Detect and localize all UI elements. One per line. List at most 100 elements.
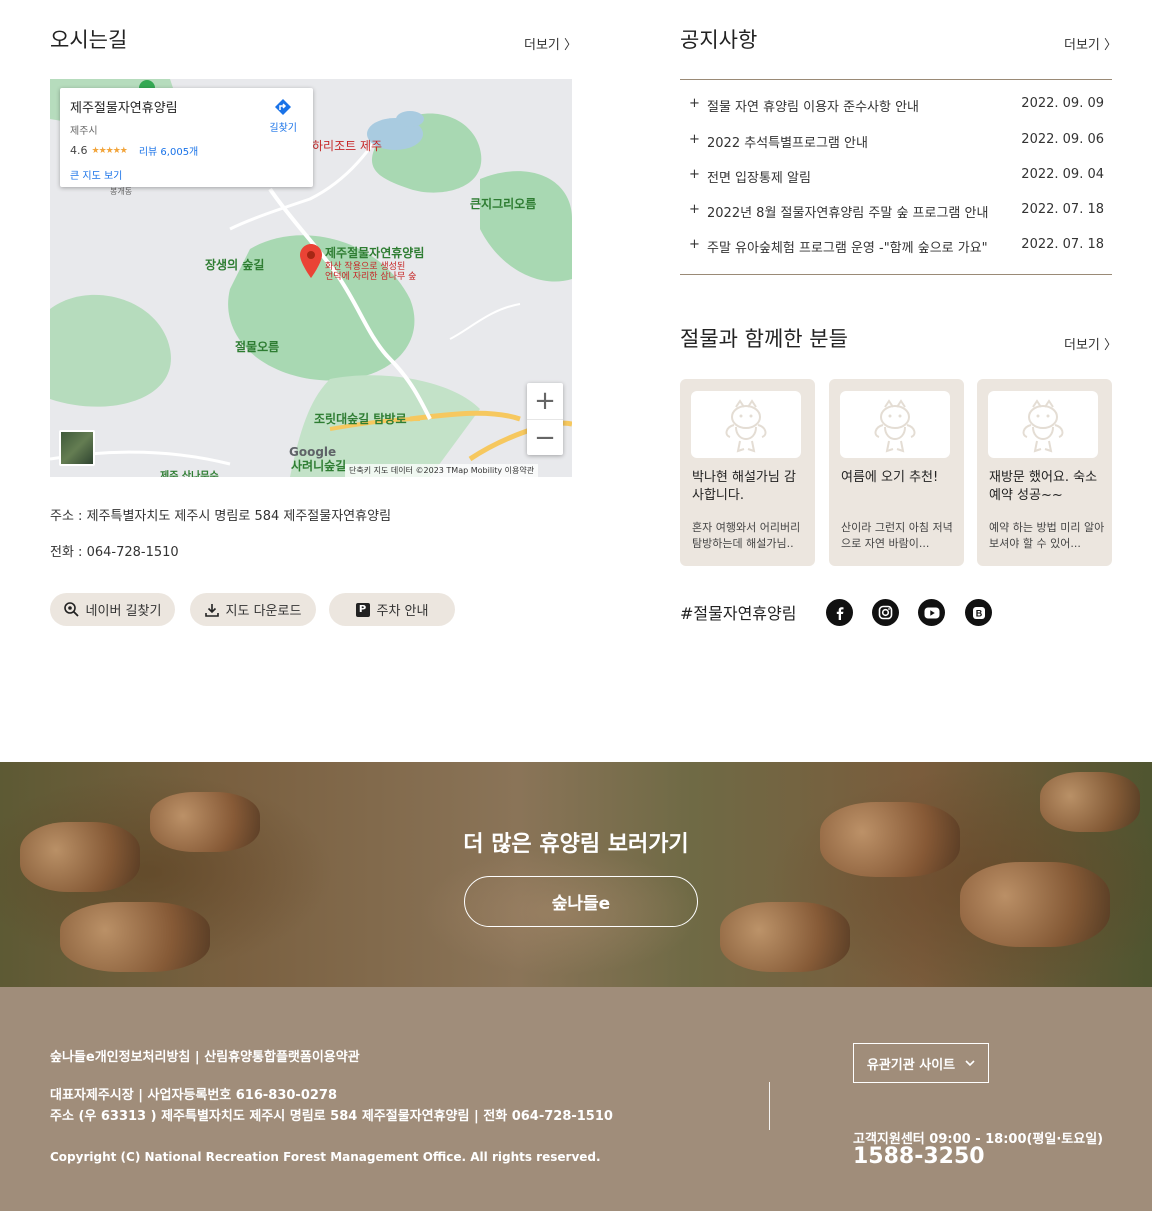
parking-info-label: 주차 안내 [376, 604, 429, 619]
banner-decoration [60, 902, 210, 972]
terms-link[interactable]: 산림휴양통합플랫폼이용약관 [204, 1050, 359, 1065]
map-attribution: 단축키 지도 데이터 ©2023 TMap Mobility 이용약관 [345, 464, 539, 477]
satellite-toggle[interactable] [59, 430, 95, 466]
review-card[interactable]: 박나현 해설가님 감사합니다. 혼자 여행와서 어리버리 탐방하는데 해설가님.… [680, 379, 815, 566]
instagram-icon[interactable] [872, 599, 899, 626]
map-directions-button[interactable]: 길찾기 [269, 98, 297, 134]
footer-address: 주소 (우 63313 ) 제주특별자치도 제주시 명림로 584 제주절물자연… [50, 1109, 613, 1124]
review-thumbnail [840, 391, 950, 458]
notice-title: 절물 자연 휴양림 이용자 준수사항 안내 [707, 100, 920, 115]
reviews-more-link[interactable]: 더보기 〉 [1064, 334, 1117, 353]
parking-info-button[interactable]: P 주차 안내 [329, 593, 455, 626]
review-title: 여름에 오기 추천! [841, 470, 939, 485]
naver-directions-label: 네이버 길찾기 [85, 604, 162, 619]
review-title: 재방문 했어요. 숙소 예약 성공~~ [989, 470, 1098, 503]
notice-date: 2022. 07. 18 [1021, 202, 1104, 217]
footer-copyright: Copyright (C) National Recreation Forest… [50, 1150, 601, 1164]
plus-icon: + [689, 237, 700, 252]
reviews-title: 절물과 함께한 분들 [680, 327, 848, 351]
notice-title: 전면 입장통제 알림 [707, 171, 811, 186]
footer-company-info: 대표자제주시장 | 사업자등록번호 616-830-0278 [50, 1088, 338, 1103]
map-label-jorit: 조릿대숲길 탐방로 [314, 412, 407, 426]
map-label-bongae: 봉개동 [110, 187, 133, 196]
notice-date: 2022. 09. 09 [1021, 96, 1104, 111]
notice-item[interactable]: + 절물 자연 휴양림 이용자 준수사항 안내 2022. 09. 09 [680, 96, 1112, 116]
review-text: 혼자 여행와서 어리버리 탐방하는데 해설가님.. [692, 521, 801, 550]
mascot-icon [1022, 398, 1064, 452]
zoom-in-button[interactable]: + [527, 383, 563, 419]
zoom-out-button[interactable]: − [527, 419, 563, 455]
customer-center-phone: 1588-3250 [853, 1144, 985, 1169]
directions-label: 길찾기 [269, 123, 297, 134]
review-thumbnail [988, 391, 1098, 458]
star-rating-icon: ★★★★★ [91, 145, 128, 156]
notice-title: 주말 유아숲체험 프로그램 운영 -"함께 숲으로 가요" [707, 241, 988, 256]
footer: 숲나들e개인정보처리방침 | 산림휴양통합플랫폼이용약관 대표자제주시장 | 사… [0, 987, 1152, 1211]
notice-title: 2022 추석특별프로그램 안내 [707, 136, 868, 151]
map-card-name: 제주절물자연휴양림 [70, 101, 178, 116]
blog-icon[interactable]: B [965, 599, 992, 626]
notice-item[interactable]: + 전면 입장통제 알림 2022. 09. 04 [680, 167, 1112, 187]
youtube-icon[interactable] [918, 599, 945, 626]
notice-item[interactable]: + 2022년 8월 절물자연휴양림 주말 숲 프로그램 안내 2022. 07… [680, 202, 1112, 222]
footer-link-separator: | [190, 1050, 205, 1065]
review-text: 예약 하는 방법 미리 알아보셔야 할 수 있어... [989, 521, 1105, 550]
plus-icon: + [689, 167, 700, 182]
directions-title: 오시는길 [50, 28, 128, 52]
footer-divider [769, 1082, 770, 1130]
map[interactable]: 제주절물자연휴양림 화산 작용으로 생성된 언덕에 자리한 삼나무 숲 하리조트… [50, 79, 572, 477]
more-forests-banner: 더 많은 휴양림 보러가기 숲나들e [0, 762, 1152, 987]
map-download-button[interactable]: 지도 다운로드 [190, 593, 316, 626]
map-place-card: 제주절물자연휴양림 제주시 4.6 ★★★★★ 리뷰 6,005개 큰 지도 보… [60, 88, 313, 187]
notice-date: 2022. 09. 06 [1021, 132, 1104, 147]
map-zoom-controls: + − [527, 383, 563, 455]
download-icon [204, 603, 219, 617]
directions-more-link[interactable]: 더보기 〉 [524, 34, 577, 53]
notice-title: 2022년 8월 절물자연휴양림 주말 숲 프로그램 안내 [707, 206, 989, 221]
notice-date: 2022. 09. 04 [1021, 167, 1104, 182]
related-sites-select[interactable]: 유관기관 사이트 [853, 1043, 989, 1083]
naver-directions-button[interactable]: 네이버 길찾기 [50, 593, 175, 626]
related-sites-label: 유관기관 사이트 [866, 1057, 956, 1073]
map-label-jangsaeng: 장생의 숲길 [205, 258, 265, 272]
map-download-label: 지도 다운로드 [225, 604, 302, 619]
review-card[interactable]: 여름에 오기 추천! 산이라 그런지 아침 저녁으로 자연 바람이... [829, 379, 964, 566]
map-label-resort: 하리조트 제주 [312, 139, 383, 153]
facebook-icon[interactable] [826, 599, 853, 626]
privacy-policy-link[interactable]: 숲나들e개인정보처리방침 [50, 1050, 190, 1065]
review-text: 산이라 그런지 아침 저녁으로 자연 바람이... [841, 521, 953, 550]
phone-text: 전화 : 064-728-1510 [50, 545, 179, 560]
chevron-down-icon [965, 1059, 975, 1066]
rating-value: 4.6 [70, 144, 88, 157]
notice-date: 2022. 07. 18 [1021, 237, 1104, 252]
review-thumbnail [691, 391, 801, 458]
map-place-desc2: 언덕에 자리한 삼나무 숲 [325, 272, 417, 282]
notices-title: 공지사항 [680, 28, 758, 52]
map-card-rating: 4.6 ★★★★★ 리뷰 6,005개 [70, 143, 303, 158]
map-card-city: 제주시 [70, 126, 98, 137]
footer-links: 숲나들e개인정보처리방침 | 산림휴양통합플랫폼이용약관 [50, 1046, 360, 1065]
map-marker-icon[interactable] [300, 244, 322, 278]
map-label-bottom-left: 제주 산나무수 [160, 471, 219, 477]
search-location-icon [63, 602, 79, 617]
banner-decoration [1040, 772, 1140, 832]
map-reviews-link[interactable]: 리뷰 6,005개 [139, 143, 198, 158]
supnadeul-button[interactable]: 숲나들e [464, 876, 698, 927]
review-card[interactable]: 재방문 했어요. 숙소 예약 성공~~ 예약 하는 방법 미리 알아보셔야 할 … [977, 379, 1112, 566]
directions-icon [275, 99, 292, 115]
hashtag-text: #절물자연휴양림 [680, 604, 797, 623]
banner-decoration [720, 902, 850, 972]
banner-decoration [960, 862, 1110, 947]
plus-icon: + [689, 202, 700, 217]
notice-item[interactable]: + 주말 유아숲체험 프로그램 운영 -"함께 숲으로 가요" 2022. 07… [680, 237, 1112, 257]
notice-list: + 절물 자연 휴양림 이용자 준수사항 안내 2022. 09. 09 + 2… [680, 79, 1112, 275]
mascot-icon [874, 398, 916, 452]
notices-more-link[interactable]: 더보기 〉 [1064, 34, 1117, 53]
google-logo: Google [289, 445, 337, 459]
plus-icon: + [689, 96, 700, 111]
map-label-jeolmul-oreum: 절물오름 [235, 340, 280, 354]
svg-text:B: B [975, 608, 982, 618]
big-map-link[interactable]: 큰 지도 보기 [70, 167, 303, 182]
notice-item[interactable]: + 2022 추석특별프로그램 안내 2022. 09. 06 [680, 132, 1112, 152]
map-label-big-oreum: 큰지그리오름 [470, 197, 537, 211]
